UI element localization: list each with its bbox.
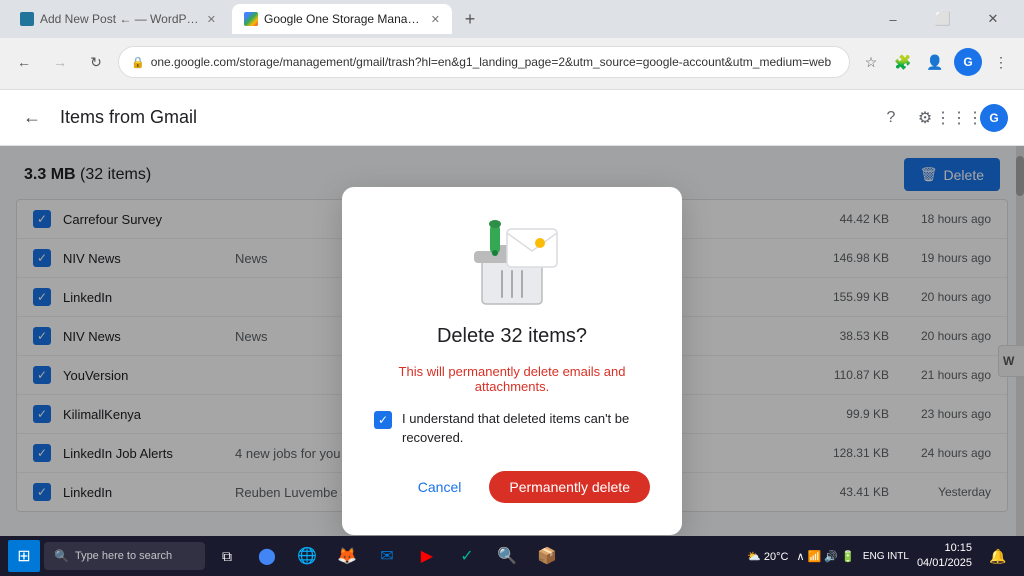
delete-confirmation-modal: Delete 32 items? This will permanently d… (342, 187, 682, 534)
header-icons: ? ⚙ ⋮⋮⋮ G (878, 104, 1008, 132)
tab-wordpress[interactable]: Add New Post ← — WordPress ✕ (8, 4, 228, 34)
taskbar-search[interactable]: 🔍 (44, 542, 205, 570)
extension-icon[interactable]: 🧩 (890, 49, 916, 75)
task-view-button[interactable]: ⧉ (209, 538, 245, 574)
help-icon[interactable]: ? (878, 105, 904, 131)
window-controls: – ⬜ ✕ (870, 4, 1016, 34)
confirm-checkbox-label: I understand that deleted items can't be… (402, 410, 650, 446)
tab-label-google: Google One Storage Managem... (264, 12, 425, 26)
tab-close-google[interactable]: ✕ (431, 13, 440, 26)
search-icon: 🔍 (54, 549, 69, 563)
page-title: Items from Gmail (60, 107, 866, 128)
tab-bar: Add New Post ← — WordPress ✕ Google One … (0, 0, 1024, 38)
taskbar-clock: 10:15 04/01/2025 (917, 541, 972, 572)
app-container: ← Items from Gmail ? ⚙ ⋮⋮⋮ G 3.3 MB (32 … (0, 90, 1024, 576)
tab-favicon-wp (20, 12, 34, 26)
tab-label-wp: Add New Post ← — WordPress (40, 12, 201, 26)
apps-icon[interactable]: ⋮⋮⋮ (946, 105, 972, 131)
permanently-delete-button[interactable]: Permanently delete (489, 471, 650, 503)
user-avatar[interactable]: G (980, 104, 1008, 132)
url-text: one.google.com/storage/management/gmail/… (151, 55, 837, 69)
confirm-checkbox[interactable]: ✓ (374, 411, 392, 429)
taskbar-edge-icon[interactable]: 🌐 (289, 538, 325, 574)
taskbar-right: ⛅ 20°C ∧ 📶 🔊 🔋 ENG INTL 10:15 04/01/2025… (747, 538, 1016, 574)
system-tray: ∧ 📶 🔊 🔋 (797, 550, 855, 563)
taskbar-app-icon[interactable]: 📦 (529, 538, 565, 574)
back-button[interactable]: ← (10, 48, 38, 76)
taskbar-firefox-icon[interactable]: 🦊 (329, 538, 365, 574)
address-bar[interactable]: 🔒 one.google.com/storage/management/gmai… (118, 46, 850, 78)
taskbar-check-icon[interactable]: ✓ (449, 538, 485, 574)
browser-right-icons: ☆ 🧩 👤 G ⋮ (858, 48, 1014, 76)
modal-title: Delete 32 items? (437, 325, 587, 348)
refresh-button[interactable]: ↻ (82, 48, 110, 76)
modal-warning: This will permanently delete emails and … (374, 364, 650, 394)
menu-icon[interactable]: ⋮ (988, 49, 1014, 75)
taskbar: ⊞ 🔍 ⧉ ⬤ 🌐 🦊 ✉ ▶ ✓ 🔍 📦 ⛅ 20°C ∧ 📶 🔊 🔋 ENG… (0, 536, 1024, 576)
avatar[interactable]: G (954, 48, 982, 76)
modal-overlay: Delete 32 items? This will permanently d… (0, 146, 1024, 576)
bookmark-icon[interactable]: ☆ (858, 49, 884, 75)
maximize-button[interactable]: ⬜ (920, 4, 966, 34)
cancel-button[interactable]: Cancel (402, 471, 478, 503)
app-back-button[interactable]: ← (16, 102, 48, 134)
taskbar-youtube-icon[interactable]: ▶ (409, 538, 445, 574)
close-button[interactable]: ✕ (970, 4, 1016, 34)
modal-illustration (452, 219, 572, 309)
search-input[interactable] (75, 550, 195, 562)
start-button[interactable]: ⊞ (8, 540, 40, 572)
main-content: 3.3 MB (32 items) 🗑 Delete ✓ Carrefour S… (0, 146, 1024, 576)
taskbar-date-value: 04/01/2025 (917, 556, 972, 571)
modal-actions: Cancel Permanently delete (374, 471, 650, 503)
profile-icon[interactable]: 👤 (922, 49, 948, 75)
taskbar-mail-icon[interactable]: ✉ (369, 538, 405, 574)
forward-button[interactable]: → (46, 48, 74, 76)
taskbar-lang: ENG INTL (863, 551, 909, 562)
notification-button[interactable]: 🔔 (980, 538, 1016, 574)
tab-close-wp[interactable]: ✕ (207, 13, 216, 26)
new-tab-button[interactable]: + (456, 5, 484, 33)
confirmation-checkbox-row: ✓ I understand that deleted items can't … (374, 410, 650, 446)
tab-google[interactable]: Google One Storage Managem... ✕ (232, 4, 452, 34)
address-bar-row: ← → ↻ 🔒 one.google.com/storage/managemen… (0, 38, 1024, 86)
minimize-button[interactable]: – (870, 4, 916, 34)
app-header: ← Items from Gmail ? ⚙ ⋮⋮⋮ G (0, 90, 1024, 146)
taskbar-chrome-icon[interactable]: ⬤ (249, 538, 285, 574)
taskbar-search2-icon[interactable]: 🔍 (489, 538, 525, 574)
taskbar-weather: ⛅ 20°C (747, 550, 788, 563)
tab-favicon-google (244, 12, 258, 26)
browser-chrome: Add New Post ← — WordPress ✕ Google One … (0, 0, 1024, 90)
lock-icon: 🔒 (131, 56, 145, 69)
taskbar-time-value: 10:15 (917, 541, 972, 556)
